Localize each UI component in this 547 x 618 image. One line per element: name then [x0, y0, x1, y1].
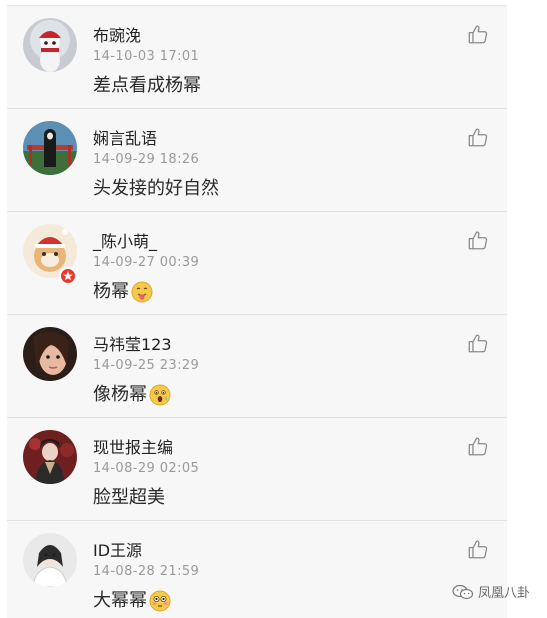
comment-feed: 布豌浼 14-10-03 17:01 差点看成杨幂 娴言乱语 14-09-29 … [7, 5, 507, 618]
comment-item: 娴言乱语 14-09-29 18:26 头发接的好自然 [7, 109, 507, 212]
flushed-emoji [149, 590, 171, 612]
comment-item: _陈小萌_ 14-09-27 00:39 杨幂 [7, 212, 507, 315]
star-icon [63, 271, 73, 281]
username[interactable]: _陈小萌_ [93, 228, 157, 252]
comment-text: 差点看成杨幂 [93, 75, 201, 97]
comment-body: 头发接的好自然 [93, 178, 219, 199]
comment-text: 大幂幂 [93, 590, 171, 612]
thumbs-up-icon [468, 437, 488, 456]
like-button[interactable] [467, 332, 489, 354]
tongue-emoji [131, 281, 153, 303]
avatar[interactable] [23, 18, 77, 72]
watermark-text: 凤凰八卦 [478, 586, 531, 601]
comment-body: 杨幂 [93, 281, 129, 302]
username[interactable]: 布豌浼 [93, 22, 141, 46]
wechat-icon [452, 584, 474, 599]
comment-item: 布豌浼 14-10-03 17:01 差点看成杨幂 [7, 6, 507, 109]
username[interactable]: ID王源 [93, 537, 142, 561]
comment-body: 脸型超美 [93, 487, 165, 508]
like-button[interactable] [467, 538, 489, 560]
comment-text: 头发接的好自然 [93, 178, 219, 200]
timestamp: 14-09-29 18:26 [93, 152, 200, 167]
thumbs-up-icon [468, 231, 488, 250]
thumbs-up-icon [468, 334, 488, 353]
comment-item: ID王源 14-08-28 21:59 大幂幂 [7, 521, 507, 618]
like-button[interactable] [467, 435, 489, 457]
avatar[interactable] [23, 533, 77, 587]
comment-text: 像杨幂 [93, 384, 171, 406]
avatar[interactable] [23, 430, 77, 484]
comment-body: 差点看成杨幂 [93, 75, 201, 96]
timestamp: 14-08-28 21:59 [93, 564, 200, 579]
comment-text: 杨幂 [93, 281, 153, 303]
comment-text: 脸型超美 [93, 487, 165, 509]
thumbs-up-icon [468, 540, 488, 559]
avatar[interactable] [23, 121, 77, 175]
timestamp: 14-10-03 17:01 [93, 49, 200, 64]
timestamp: 14-09-27 00:39 [93, 255, 200, 270]
comment-item: 马祎莹123 14-09-25 23:29 像杨幂 [7, 315, 507, 418]
comment-item: 现世报主编 14-08-29 02:05 脸型超美 [7, 418, 507, 521]
watermark: 凤凰八卦 [452, 582, 530, 601]
username[interactable]: 马祎莹123 [93, 331, 172, 355]
like-button[interactable] [467, 126, 489, 148]
verified-badge [59, 267, 77, 285]
thumbs-up-icon [468, 128, 488, 147]
thumbs-up-icon [468, 25, 488, 44]
shocked-emoji [149, 384, 171, 406]
username[interactable]: 现世报主编 [93, 434, 173, 458]
like-button[interactable] [467, 229, 489, 251]
timestamp: 14-08-29 02:05 [93, 461, 200, 476]
comment-body: 像杨幂 [93, 384, 147, 405]
comment-body: 大幂幂 [93, 590, 147, 611]
username[interactable]: 娴言乱语 [93, 125, 157, 149]
avatar[interactable] [23, 327, 77, 381]
like-button[interactable] [467, 23, 489, 45]
timestamp: 14-09-25 23:29 [93, 358, 200, 373]
